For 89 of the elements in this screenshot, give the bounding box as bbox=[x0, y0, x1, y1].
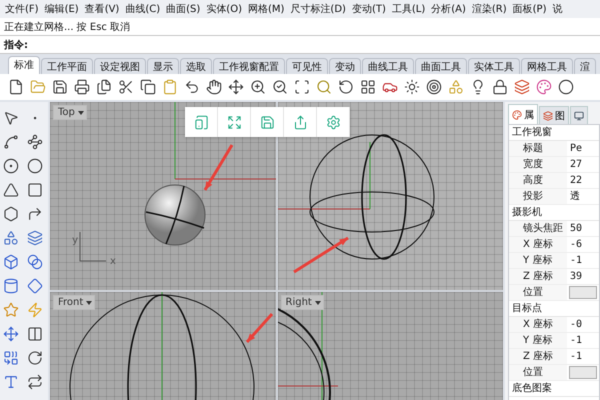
panel-tab[interactable]: 属 bbox=[508, 104, 538, 124]
menu-item[interactable]: 工具(L) bbox=[388, 2, 428, 16]
property-label: Z 座标 bbox=[509, 349, 567, 364]
expand-icon[interactable] bbox=[218, 107, 251, 137]
viewport[interactable] bbox=[278, 102, 503, 290]
menu-item[interactable]: 实体(O) bbox=[203, 2, 245, 16]
menu-item[interactable]: 变动(T) bbox=[348, 2, 389, 16]
target-icon[interactable] bbox=[424, 77, 444, 97]
property-value[interactable]: -6 bbox=[567, 237, 599, 252]
menu-item[interactable]: 分析(A) bbox=[428, 2, 469, 16]
toolbar-tab[interactable]: 实体工具 bbox=[468, 58, 520, 74]
property-label: 投影 bbox=[509, 189, 567, 204]
menu-item[interactable]: 网格(M) bbox=[244, 2, 288, 16]
menu-item[interactable]: 渲染(R) bbox=[468, 2, 510, 16]
property-label: X 座标 bbox=[509, 237, 567, 252]
toolbar-tab[interactable]: 设定视图 bbox=[94, 58, 146, 74]
panel-tab[interactable] bbox=[570, 106, 588, 124]
copy-icon[interactable] bbox=[138, 77, 158, 97]
property-value[interactable]: -1 bbox=[567, 253, 599, 268]
spheres-icon[interactable] bbox=[25, 252, 45, 272]
toolbar-tab[interactable]: 变动 bbox=[329, 58, 361, 74]
property-value[interactable]: Pe bbox=[567, 141, 599, 156]
palette-icon[interactable] bbox=[534, 77, 554, 97]
viewport-title[interactable]: Top bbox=[53, 105, 87, 120]
y-axis-line bbox=[369, 142, 370, 210]
pointer-arrow bbox=[292, 236, 348, 274]
toolbar-tab[interactable]: 曲面工具 bbox=[415, 58, 467, 74]
viewport-title[interactable]: Right bbox=[280, 295, 324, 310]
property-label: 位置 bbox=[509, 285, 567, 300]
property-value[interactable]: 39 bbox=[567, 269, 599, 284]
property-label: Y 座标 bbox=[509, 253, 567, 268]
property-label: 镜头焦距 bbox=[509, 221, 567, 236]
pointer-arrow bbox=[246, 313, 274, 343]
property-value[interactable]: 27 bbox=[567, 157, 599, 172]
pointer-arrow bbox=[204, 144, 234, 191]
status-message: 正在建立网格... 按 Esc 取消 bbox=[4, 20, 130, 34]
property-label: 宽度 bbox=[509, 157, 567, 172]
printer-icon[interactable] bbox=[72, 77, 92, 97]
tablet-icon[interactable] bbox=[185, 107, 218, 137]
shaded-sphere bbox=[144, 184, 206, 246]
toolbar-tab[interactable]: 显示 bbox=[147, 58, 179, 74]
menu-item[interactable]: 编辑(E) bbox=[42, 2, 82, 16]
menu-item[interactable]: 尺寸标注(D) bbox=[287, 2, 349, 16]
property-label: X 座标 bbox=[509, 317, 567, 332]
monitor-icon bbox=[574, 110, 584, 120]
property-value[interactable]: 50 bbox=[567, 221, 599, 236]
property-value[interactable]: -1 bbox=[567, 333, 599, 348]
toolbar-tab[interactable]: 选取 bbox=[180, 58, 212, 74]
property-value[interactable]: -1 bbox=[567, 349, 599, 364]
menu-item[interactable]: 文件(F) bbox=[2, 2, 42, 16]
property-label: Z 座标 bbox=[509, 269, 567, 284]
toolbar-tab[interactable]: 曲线工具 bbox=[362, 58, 414, 74]
toolbar-tab[interactable]: 渲 bbox=[574, 58, 596, 74]
property-label: 标题 bbox=[509, 141, 567, 156]
toolbar-tab[interactable]: 工作视窗配置 bbox=[213, 58, 285, 74]
share-icon[interactable] bbox=[284, 107, 317, 137]
menu-item[interactable]: 查看(V) bbox=[82, 2, 122, 16]
property-value[interactable]: 22 bbox=[567, 173, 599, 188]
circle-icon[interactable] bbox=[1, 156, 21, 176]
viewport-title[interactable]: Front bbox=[53, 295, 96, 310]
layers-icon bbox=[543, 110, 553, 120]
palette-icon bbox=[512, 110, 522, 120]
layers-icon[interactable] bbox=[512, 77, 532, 97]
property-value[interactable]: -0 bbox=[567, 317, 599, 332]
axis-gizmo: y x bbox=[72, 232, 116, 267]
command-prompt: 指令: bbox=[4, 38, 28, 52]
section-title: 底色图案 bbox=[509, 381, 599, 397]
menu-item[interactable]: 说 bbox=[550, 2, 566, 16]
panel-tab[interactable]: 图 bbox=[539, 106, 569, 124]
property-label: Y 座标 bbox=[509, 333, 567, 348]
move-icon[interactable] bbox=[1, 324, 21, 344]
menu-item[interactable]: 曲面(S) bbox=[163, 2, 204, 16]
viewport[interactable]: y x Top bbox=[50, 102, 276, 290]
settings-icon[interactable] bbox=[317, 107, 350, 137]
property-label: 位置 bbox=[509, 365, 567, 380]
toolbar-tab[interactable]: 可见性 bbox=[286, 58, 328, 74]
pan-icon[interactable] bbox=[226, 77, 246, 97]
property-value[interactable]: 透 bbox=[567, 189, 599, 204]
menu-item[interactable]: 曲线(C) bbox=[122, 2, 164, 16]
toolbar-tab[interactable]: 工作平面 bbox=[41, 58, 93, 74]
hand-icon[interactable] bbox=[204, 77, 224, 97]
property-label: 高度 bbox=[509, 173, 567, 188]
toolbar-tab[interactable]: 标准 bbox=[8, 56, 40, 74]
viewport[interactable]: Right bbox=[278, 292, 503, 400]
toolbar-tab[interactable]: 网格工具 bbox=[521, 58, 573, 74]
menu-item[interactable]: 面板(P) bbox=[510, 2, 550, 16]
light-icon[interactable] bbox=[402, 77, 422, 97]
viewport[interactable]: Front bbox=[50, 292, 276, 400]
control-points-icon[interactable] bbox=[25, 132, 45, 152]
